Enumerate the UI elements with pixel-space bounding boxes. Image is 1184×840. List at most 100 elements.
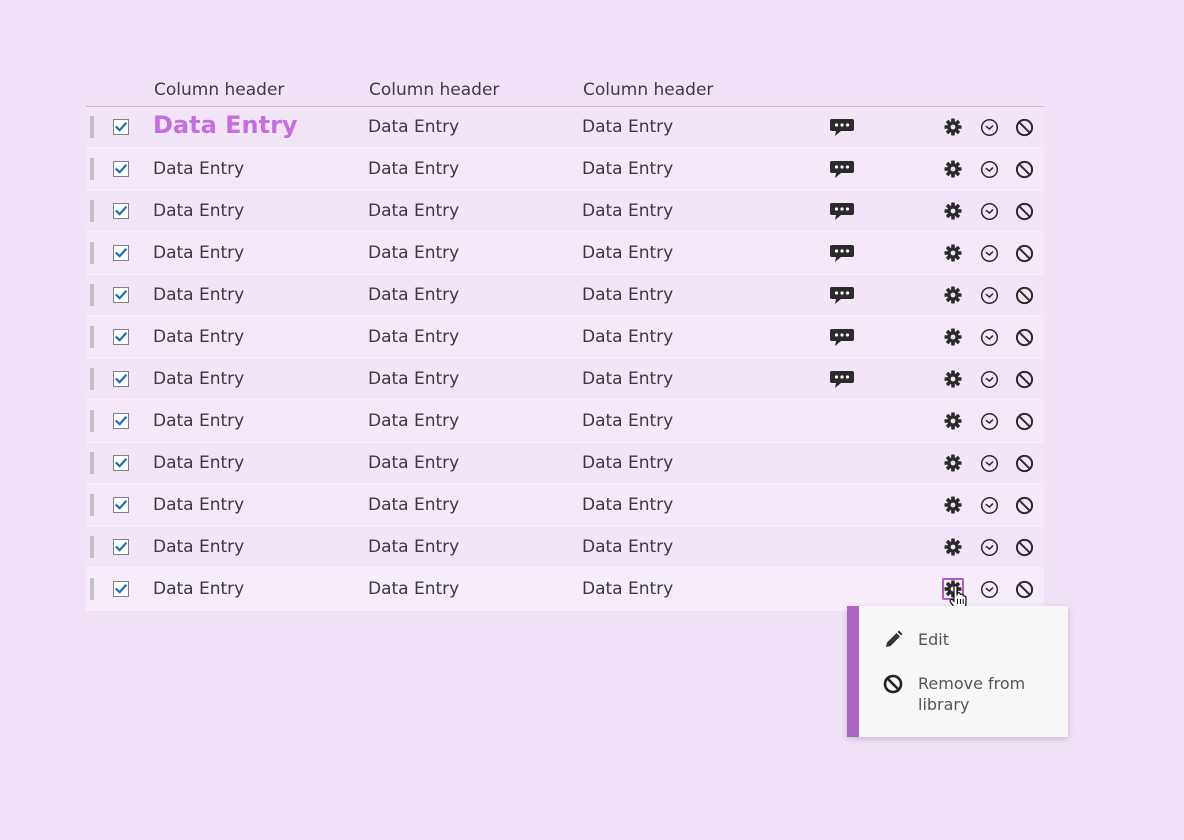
ban-icon[interactable] (1015, 160, 1034, 179)
table-row[interactable]: Data Entry Data Entry Data Entry (86, 317, 1044, 359)
gear-icon[interactable] (944, 370, 962, 388)
ban-icon[interactable] (1015, 328, 1034, 347)
clock-icon[interactable] (980, 580, 999, 599)
cell-2: Data Entry (368, 201, 460, 221)
row-checkbox[interactable] (113, 455, 129, 471)
drag-handle-icon[interactable] (90, 284, 94, 306)
comment-icon[interactable] (829, 202, 855, 222)
table-row[interactable]: Data Entry Data Entry Data Entry (86, 443, 1044, 485)
column-header-1[interactable]: Column header (154, 80, 284, 100)
table-row[interactable]: Data Entry Data Entry Data Entry (86, 149, 1044, 191)
context-menu: Edit Remove from library (847, 606, 1068, 737)
clock-icon[interactable] (980, 160, 999, 179)
ban-icon (883, 674, 903, 694)
drag-handle-icon[interactable] (90, 368, 94, 390)
gear-icon[interactable] (944, 496, 962, 514)
cell-3: Data Entry (582, 411, 674, 431)
row-checkbox[interactable] (113, 329, 129, 345)
drag-handle-icon[interactable] (90, 494, 94, 516)
ban-icon[interactable] (1015, 244, 1034, 263)
comment-icon[interactable] (829, 370, 855, 390)
clock-icon[interactable] (980, 286, 999, 305)
clock-icon[interactable] (980, 412, 999, 431)
menu-item-edit[interactable]: Edit (883, 629, 1063, 653)
checkmark-icon (115, 332, 127, 342)
cell-3: Data Entry (582, 117, 674, 137)
clock-icon[interactable] (980, 538, 999, 557)
row-checkbox[interactable] (113, 245, 129, 261)
comment-icon[interactable] (829, 328, 855, 348)
table-row[interactable]: Data Entry Data Entry Data Entry (86, 359, 1044, 401)
checkmark-icon (115, 500, 127, 510)
clock-icon[interactable] (980, 496, 999, 515)
table-row[interactable]: Data Entry Data Entry Data Entry (86, 569, 1044, 611)
clock-icon[interactable] (980, 202, 999, 221)
gear-icon[interactable] (944, 202, 962, 220)
row-checkbox[interactable] (113, 581, 129, 597)
gear-icon[interactable] (944, 286, 962, 304)
drag-handle-icon[interactable] (90, 116, 94, 138)
drag-handle-icon[interactable] (90, 158, 94, 180)
drag-handle-icon[interactable] (90, 242, 94, 264)
cell-1: Data Entry (153, 495, 245, 515)
ban-icon[interactable] (1015, 202, 1034, 221)
comment-icon[interactable] (829, 160, 855, 180)
row-checkbox[interactable] (113, 371, 129, 387)
drag-handle-icon[interactable] (90, 452, 94, 474)
gear-icon[interactable] (944, 160, 962, 178)
drag-handle-icon[interactable] (90, 536, 94, 558)
clock-icon[interactable] (980, 118, 999, 137)
table-row[interactable]: Data Entry Data Entry Data Entry (86, 233, 1044, 275)
ban-icon[interactable] (1015, 370, 1034, 389)
table-row[interactable]: Data Entry Data Entry Data Entry (86, 191, 1044, 233)
table-row[interactable]: Data Entry Data Entry Data Entry (86, 107, 1044, 149)
menu-item-label: Edit (918, 630, 949, 649)
gear-icon[interactable] (944, 412, 962, 430)
ban-icon[interactable] (1015, 412, 1034, 431)
clock-icon[interactable] (980, 328, 999, 347)
table-row[interactable]: Data Entry Data Entry Data Entry (86, 401, 1044, 443)
row-checkbox[interactable] (113, 161, 129, 177)
drag-handle-icon[interactable] (90, 200, 94, 222)
row-checkbox[interactable] (113, 497, 129, 513)
cell-3: Data Entry (582, 243, 674, 263)
table-header: Column header Column header Column heade… (86, 78, 1044, 107)
ban-icon[interactable] (1015, 538, 1034, 557)
column-header-2[interactable]: Column header (369, 80, 499, 100)
drag-handle-icon[interactable] (90, 326, 94, 348)
cell-1: Data Entry (153, 579, 245, 599)
table-row[interactable]: Data Entry Data Entry Data Entry (86, 527, 1044, 569)
ban-icon[interactable] (1015, 580, 1034, 599)
comment-icon[interactable] (829, 286, 855, 306)
ban-icon[interactable] (1015, 496, 1034, 515)
cell-3: Data Entry (582, 369, 674, 389)
clock-icon[interactable] (980, 370, 999, 389)
column-header-3[interactable]: Column header (583, 80, 713, 100)
cell-3: Data Entry (582, 453, 674, 473)
row-checkbox[interactable] (113, 287, 129, 303)
drag-handle-icon[interactable] (90, 578, 94, 600)
table-row[interactable]: Data Entry Data Entry Data Entry (86, 485, 1044, 527)
gear-icon[interactable] (944, 328, 962, 346)
clock-icon[interactable] (980, 454, 999, 473)
checkmark-icon (115, 374, 127, 384)
row-checkbox[interactable] (113, 413, 129, 429)
comment-icon[interactable] (829, 244, 855, 264)
gear-icon[interactable] (944, 244, 962, 262)
gear-icon[interactable] (944, 118, 962, 136)
gear-icon[interactable] (944, 538, 962, 556)
ban-icon[interactable] (1015, 118, 1034, 137)
clock-icon[interactable] (980, 244, 999, 263)
row-checkbox[interactable] (113, 119, 129, 135)
ban-icon[interactable] (1015, 454, 1034, 473)
ban-icon[interactable] (1015, 286, 1034, 305)
drag-handle-icon[interactable] (90, 410, 94, 432)
table-row[interactable]: Data Entry Data Entry Data Entry (86, 275, 1044, 317)
row-checkbox[interactable] (113, 203, 129, 219)
data-table: Column header Column header Column heade… (86, 78, 1044, 611)
row-checkbox[interactable] (113, 539, 129, 555)
menu-item-remove-from-library[interactable]: Remove from library (883, 673, 1063, 719)
checkmark-icon (115, 542, 127, 552)
comment-icon[interactable] (829, 118, 855, 138)
gear-icon[interactable] (944, 454, 962, 472)
